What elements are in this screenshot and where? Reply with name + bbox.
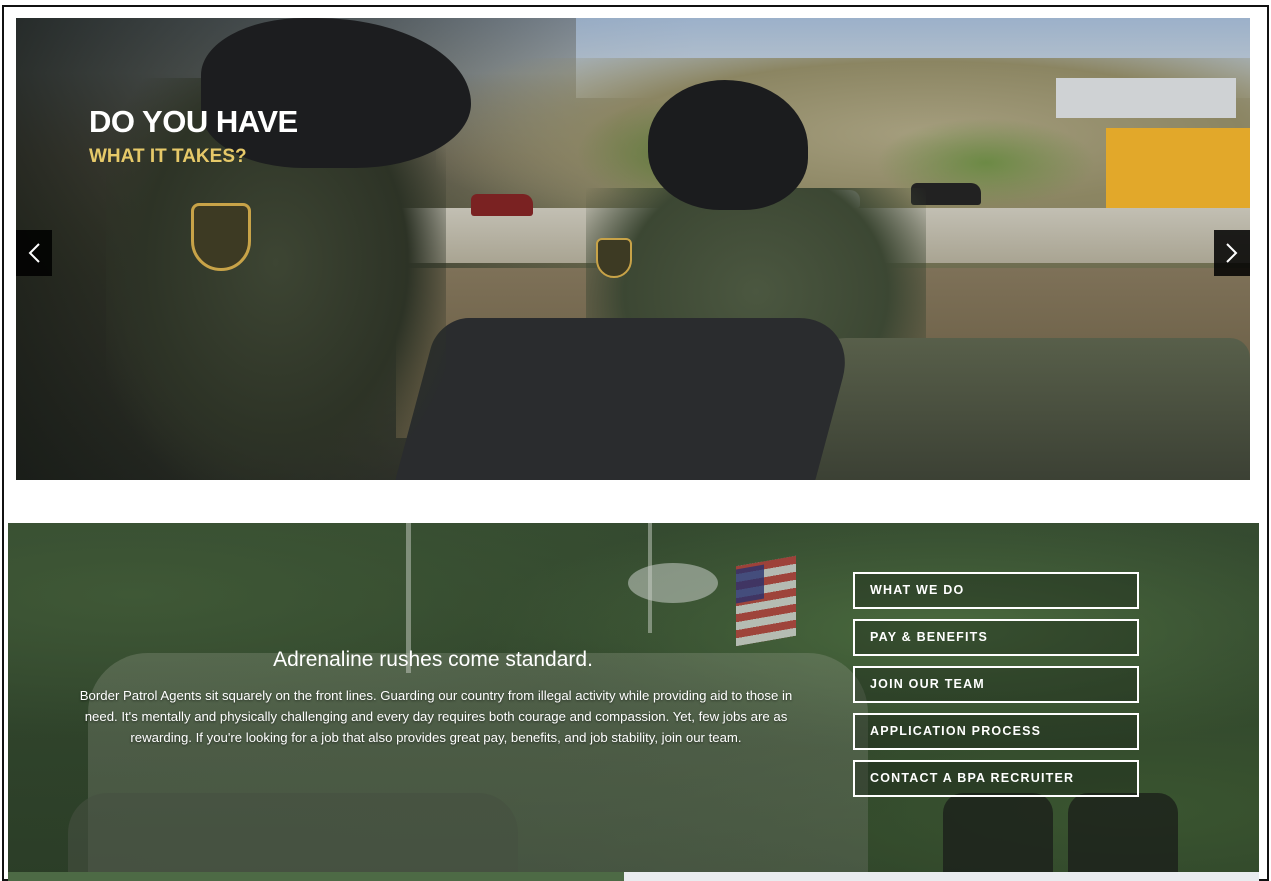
hero-image-badge <box>191 203 251 271</box>
promo-image-radar <box>628 563 718 603</box>
application-process-button[interactable]: APPLICATION PROCESS <box>853 713 1139 750</box>
carousel-next-button[interactable] <box>1214 230 1250 276</box>
hero-image-building-yellow <box>1106 128 1250 208</box>
hero-subtitle: WHAT IT TAKES? <box>89 146 247 167</box>
promo-body-text: Border Patrol Agents sit squarely on the… <box>79 688 793 745</box>
recruitment-menu: WHAT WE DO PAY & BENEFITS JOIN OUR TEAM … <box>853 572 1139 807</box>
promo-section: Adrenaline rushes come standard. Border … <box>8 523 1259 881</box>
promo-heading: Adrenaline rushes come standard. <box>273 648 593 671</box>
carousel-prev-button[interactable] <box>16 230 52 276</box>
chevron-right-icon <box>1226 243 1238 263</box>
section-divider <box>8 872 624 881</box>
hero-title: DO YOU HAVE <box>89 104 298 139</box>
section-divider <box>624 872 1259 881</box>
join-our-team-button[interactable]: JOIN OUR TEAM <box>853 666 1139 703</box>
promo-image-flag-canton <box>736 564 764 604</box>
hero-image-badge <box>596 238 632 278</box>
hero-image-atv <box>806 338 1250 480</box>
hero-carousel: DO YOU HAVE WHAT IT TAKES? <box>16 18 1250 480</box>
what-we-do-button[interactable]: WHAT WE DO <box>853 572 1139 609</box>
hero-image-building <box>1056 78 1236 118</box>
chevron-left-icon <box>28 243 40 263</box>
pay-benefits-button[interactable]: PAY & BENEFITS <box>853 619 1139 656</box>
hero-image-atv-fender <box>393 318 859 480</box>
promo-image-boat-hull <box>68 793 518 881</box>
hero-image-car <box>471 194 533 216</box>
hero-image-helmet <box>648 80 808 210</box>
contact-recruiter-button[interactable]: CONTACT A BPA RECRUITER <box>853 760 1139 797</box>
